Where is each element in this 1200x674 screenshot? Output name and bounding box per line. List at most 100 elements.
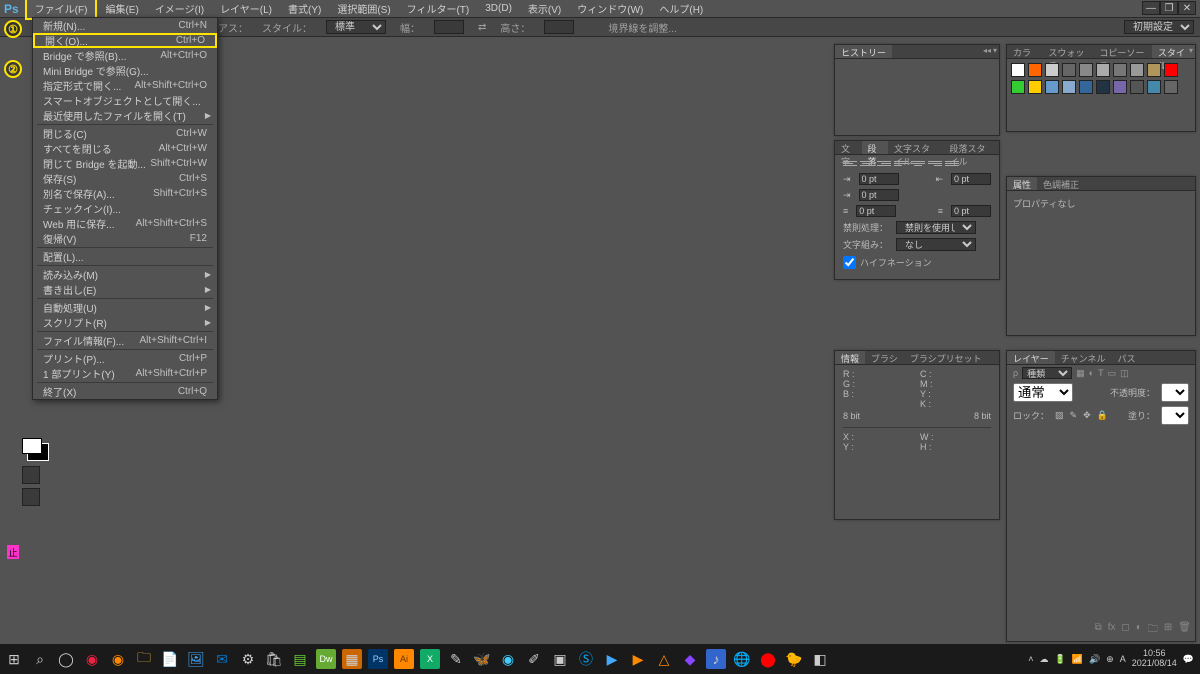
menu-window[interactable]: ウィンドウ(W) [569,0,651,18]
globe-icon[interactable]: 🌐 [732,649,752,669]
space-after-input[interactable] [951,205,991,217]
opt-style-select[interactable]: 標準 [326,20,386,34]
screenmode-icon[interactable] [22,488,40,506]
notepad-icon[interactable]: 📄 [160,649,180,669]
charstyle-tab[interactable]: 文字スタイル [888,141,944,154]
excel-icon[interactable]: X [420,649,440,669]
menu-help[interactable]: ヘルプ(H) [651,0,711,18]
filter-smart-icon[interactable]: ◫ [1120,368,1129,379]
file-menu-item[interactable]: 読み込み(M)▶ [33,267,217,282]
menu-edit[interactable]: 編集(E) [97,0,146,18]
file-menu-item[interactable]: 自動処理(U)▶ [33,300,217,315]
justify-all-icon[interactable] [945,157,959,169]
paths-tab[interactable]: パス [1111,351,1141,364]
copysource-tab[interactable]: コピーソース [1093,45,1151,58]
menu-filter[interactable]: フィルター(T) [399,0,478,18]
hyphenation-checkbox[interactable] [843,256,856,269]
new-group-icon[interactable]: 🗀 [1148,622,1158,639]
cortana-icon[interactable]: ◯ [56,649,76,669]
layer-fx-icon[interactable]: fx [1108,622,1116,639]
tray-chevron-icon[interactable]: ˄ [1028,654,1033,664]
explorer-icon[interactable]: 🗀 [134,649,154,669]
style-swatch[interactable] [1130,80,1144,94]
zoom-icon[interactable]: ▶ [602,649,622,669]
fill-select[interactable] [1161,406,1189,425]
close-button[interactable]: ✕ [1178,1,1196,15]
search-icon[interactable]: ⌕ [30,649,50,669]
file-menu-item[interactable]: 閉じて Bridge を起動...Shift+Ctrl+W [33,156,217,171]
new-layer-icon[interactable]: ⊞ [1164,622,1172,639]
illustrator-icon[interactable]: Ai [394,649,414,669]
style-swatch[interactable] [1130,63,1144,77]
indent-left-input[interactable] [859,173,899,185]
photoshop-icon[interactable]: Ps [368,649,388,669]
file-menu-item[interactable]: スマートオブジェクトとして開く... [33,93,217,108]
tray-volume-icon[interactable]: 🔊 [1089,654,1100,665]
space-before-input[interactable] [856,205,896,217]
lock-all-icon[interactable]: 🔒 [1097,410,1108,421]
swatch-tab[interactable]: スウォッチ [1042,45,1093,58]
style-swatch[interactable] [1028,63,1042,77]
music-icon[interactable]: ♪ [706,649,726,669]
file-menu-item[interactable]: Bridge で参照(B)...Alt+Ctrl+O [33,48,217,63]
tray-cloud-icon[interactable]: ☁ [1040,654,1049,665]
style-swatch[interactable] [1164,80,1178,94]
style-swatch[interactable] [1147,80,1161,94]
properties-tab[interactable]: 属性 [1007,177,1037,190]
info-tab[interactable]: 情報 [835,351,865,364]
photos-icon[interactable]: 🖼 [186,649,206,669]
paragraph-tab[interactable]: 段落 [862,141,889,154]
vlc-icon[interactable]: △ [654,649,674,669]
style-swatch[interactable] [1011,63,1025,77]
style-swatch[interactable] [1164,63,1178,77]
new-fill-icon[interactable]: ◐ [1136,622,1142,639]
file-menu-item[interactable]: Mini Bridge で参照(G)... [33,63,217,78]
link-layers-icon[interactable]: ⧉ [1095,622,1102,639]
brushpreset-tab[interactable]: ブラシプリセット [904,351,988,364]
menu-view[interactable]: 表示(V) [520,0,569,18]
file-menu-item[interactable]: 最近使用したファイルを開く(T)▶ [33,108,217,123]
settings-icon[interactable]: ⚙ [238,649,258,669]
file-menu-item[interactable]: Web 用に保存...Alt+Shift+Ctrl+S [33,216,217,231]
file-menu-item[interactable]: 指定形式で開く...Alt+Shift+Ctrl+O [33,78,217,93]
lock-move-icon[interactable]: ✥ [1083,410,1091,421]
style-swatch[interactable] [1079,63,1093,77]
style-swatch[interactable] [1113,80,1127,94]
opt-refine-edge[interactable]: 境界線を調整... [608,20,676,35]
lock-paint-icon[interactable]: ✎ [1070,410,1078,421]
style-swatch[interactable] [1147,63,1161,77]
menu-3d[interactable]: 3D(D) [477,1,520,16]
opacity-select[interactable] [1161,383,1189,402]
record-icon[interactable]: ⬤ [758,649,778,669]
tray-battery-icon[interactable]: 🔋 [1055,654,1066,665]
skype-icon[interactable]: Ⓢ [576,649,596,669]
parastyle-tab[interactable]: 段落スタイル [944,141,1000,154]
style-swatch[interactable] [1062,63,1076,77]
filter-pixel-icon[interactable]: ▦ [1076,368,1085,379]
foreground-background-swatch[interactable] [22,438,42,454]
mojikumi-select[interactable]: なし [896,238,976,251]
color-tab[interactable]: カラー [1007,45,1042,58]
style-swatch[interactable] [1028,80,1042,94]
file-menu-item[interactable]: 別名で保存(A)...Shift+Ctrl+S [33,186,217,201]
menu-image[interactable]: イメージ(I) [147,0,212,18]
justify-left-icon[interactable] [894,157,908,169]
app-icon-2[interactable]: ✎ [446,649,466,669]
menu-layer[interactable]: レイヤー(L) [212,0,280,18]
tray-notifications-icon[interactable]: 💬 [1183,654,1194,665]
file-menu-item[interactable]: 1 部プリント(Y)Alt+Shift+Ctrl+P [33,366,217,381]
panel-menu-icon[interactable]: ▾ [1189,46,1193,55]
minimize-button[interactable]: — [1142,1,1160,15]
file-menu-item[interactable]: スクリプト(R)▶ [33,315,217,330]
lock-trans-icon[interactable]: ▨ [1055,410,1064,421]
style-swatch[interactable] [1113,63,1127,77]
butterfly-icon[interactable]: 🦋 [472,649,492,669]
file-menu-item[interactable]: 配置(L)... [33,249,217,264]
style-swatch[interactable] [1045,63,1059,77]
file-menu-item[interactable]: すべてを閉じるAlt+Ctrl+W [33,141,217,156]
quickmask-icon[interactable] [22,466,40,484]
opt-swap-icon[interactable]: ⇄ [478,22,486,33]
file-menu-item[interactable]: 書き出し(E)▶ [33,282,217,297]
start-button[interactable]: ⊞ [4,649,24,669]
maximize-button[interactable]: ❐ [1160,1,1178,15]
